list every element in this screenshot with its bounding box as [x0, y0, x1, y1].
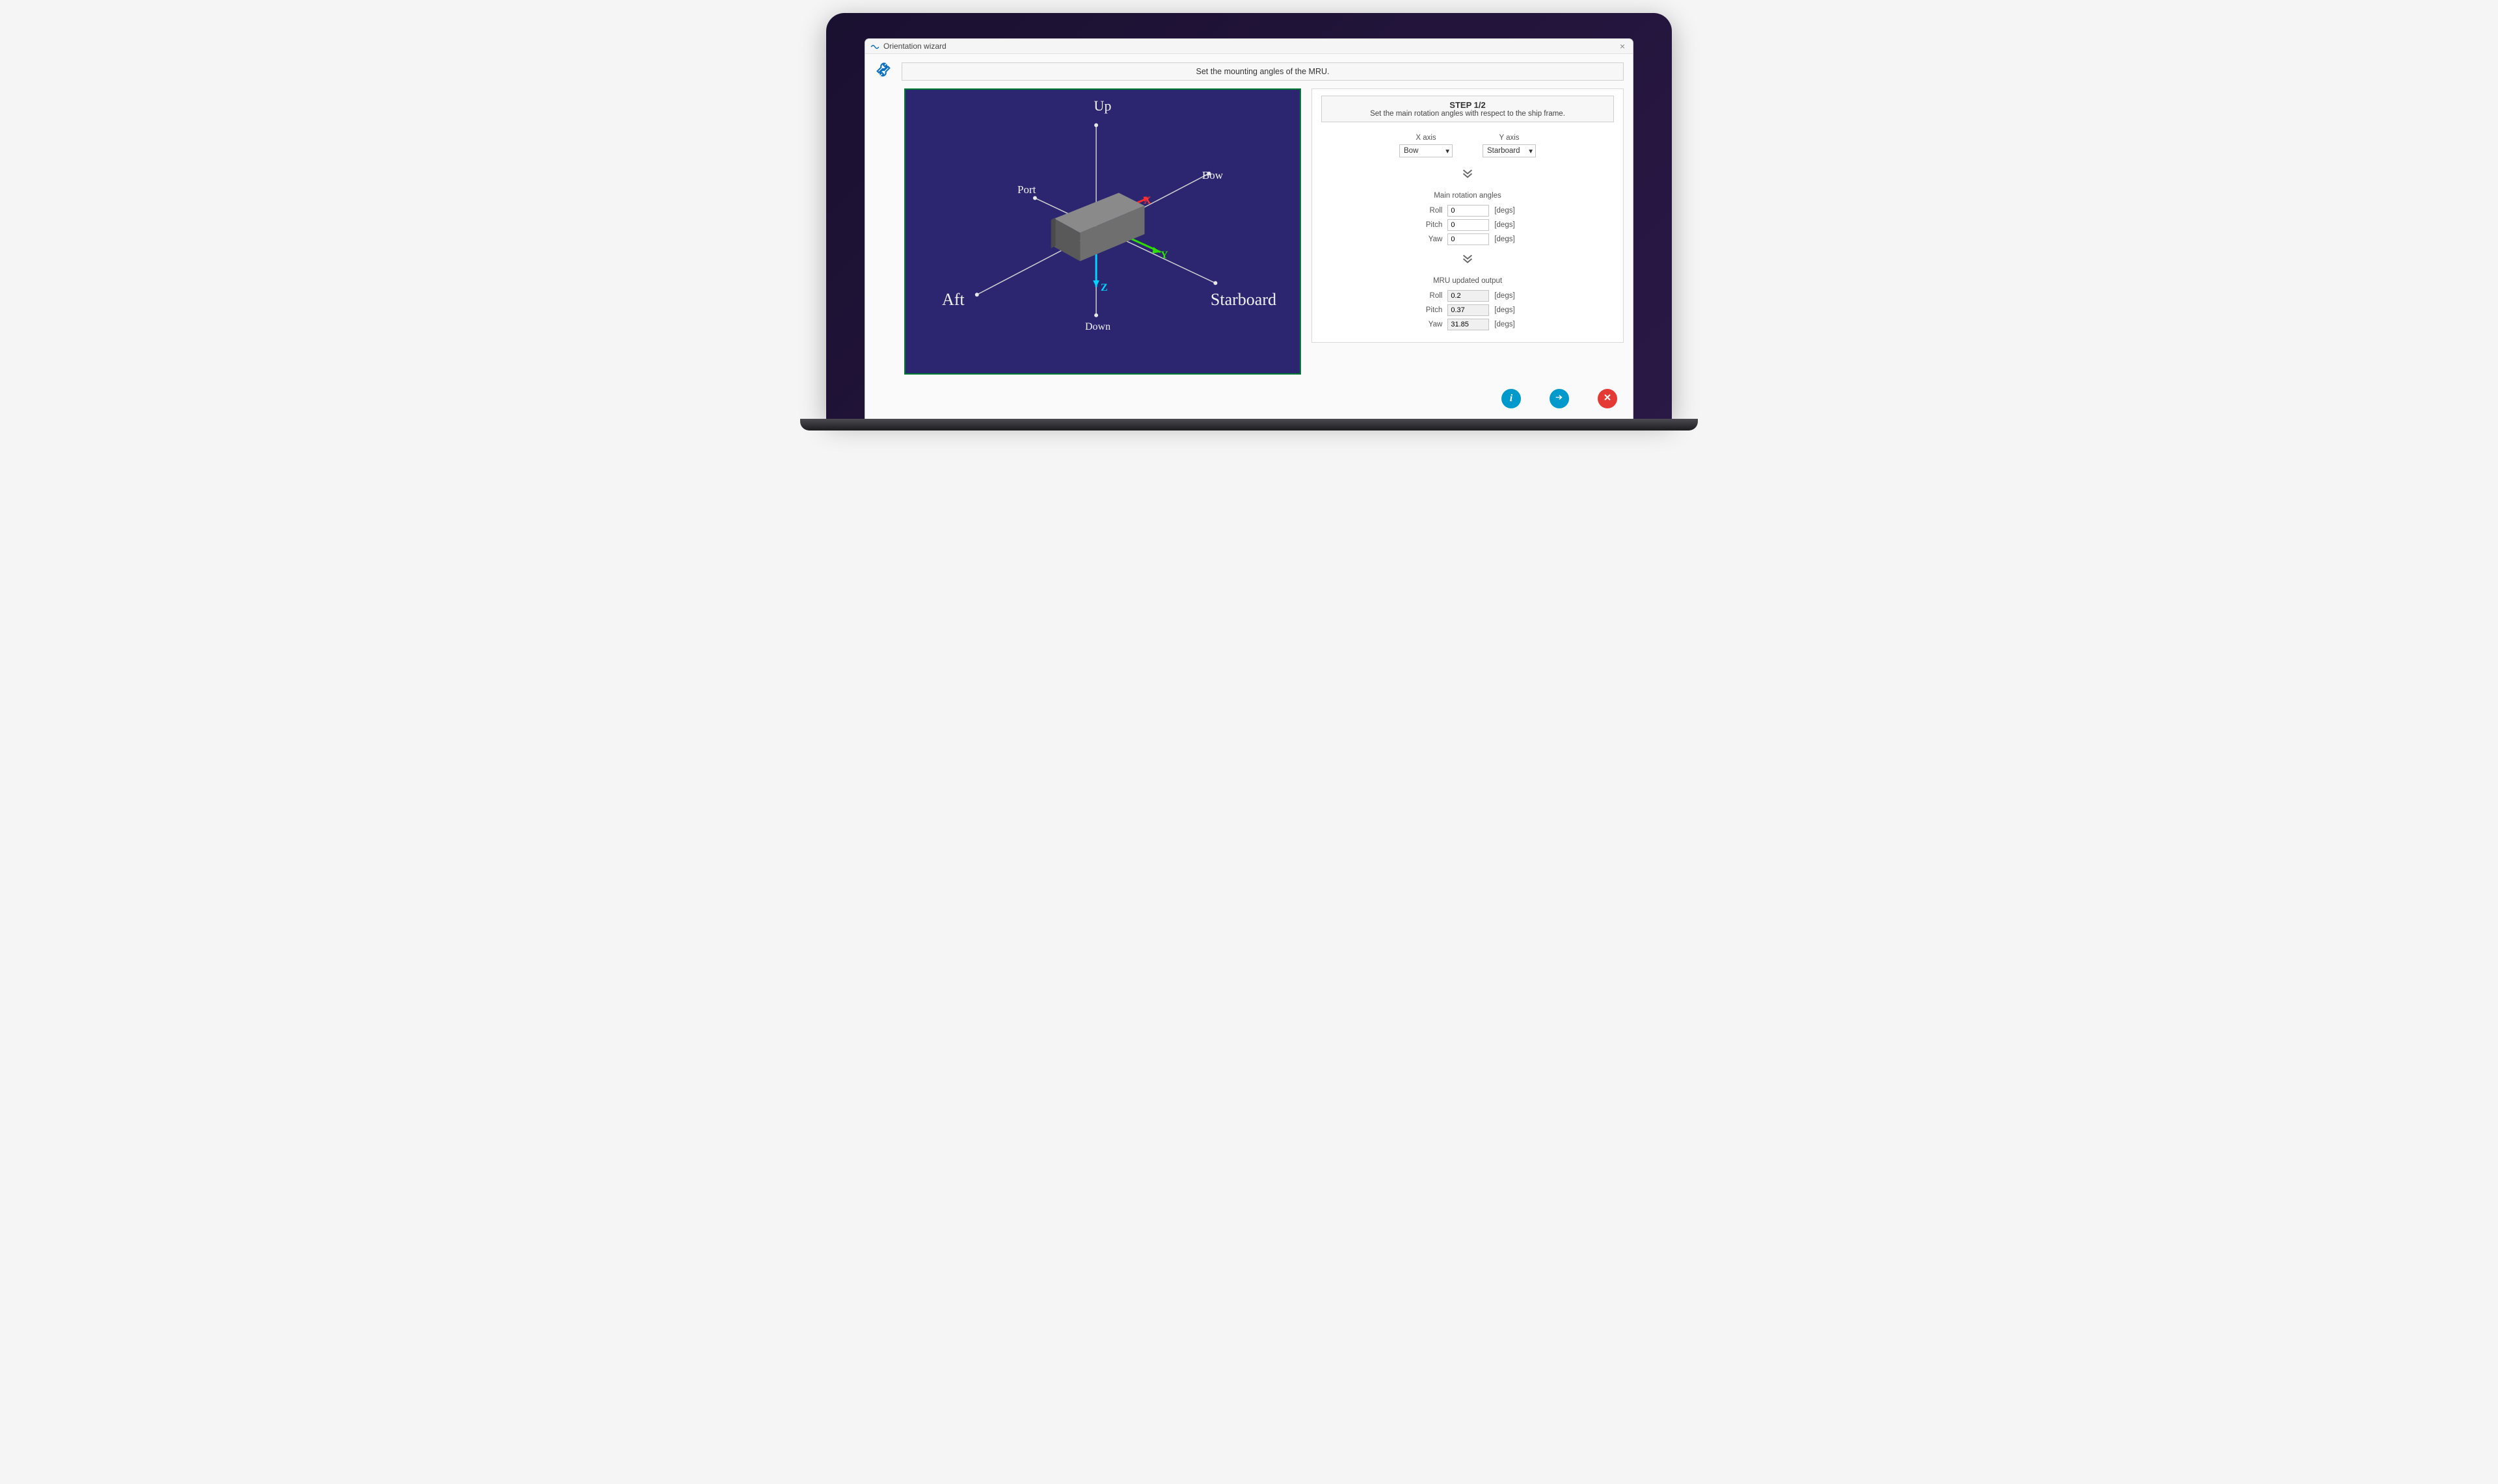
- unit-label: [degs]: [1494, 321, 1514, 328]
- main-roll-input[interactable]: [1447, 205, 1489, 217]
- yaw-label: Yaw: [1420, 235, 1442, 243]
- arrow-right-icon: [1554, 392, 1565, 406]
- main-angles-title: Main rotation angles: [1321, 192, 1614, 200]
- content-row: Up Down Port Bow Aft Starboard X Y Z STE…: [865, 88, 1633, 382]
- output-title: MRU updated output: [1321, 277, 1614, 285]
- unit-label: [degs]: [1494, 292, 1514, 300]
- chevron-down-icon: ▾: [1445, 146, 1449, 155]
- x-axis-select[interactable]: Bow ▾: [1399, 144, 1453, 157]
- y-axis-label: Y axis: [1483, 134, 1536, 142]
- step-header: STEP 1/2 Set the main rotation angles wi…: [1321, 96, 1614, 122]
- settings-tools-icon: [874, 60, 893, 82]
- unit-label: [degs]: [1494, 207, 1514, 215]
- cancel-button[interactable]: [1598, 389, 1617, 408]
- axis-label-aft: Aft: [942, 290, 965, 310]
- main-pitch-input[interactable]: [1447, 219, 1489, 231]
- window-title: Orientation wizard: [883, 42, 947, 51]
- title-left: Orientation wizard: [870, 42, 947, 51]
- axis-label-down: Down: [1085, 321, 1110, 333]
- flow-chevrons-icon: [1321, 252, 1614, 268]
- info-button[interactable]: i: [1501, 389, 1521, 408]
- toolbar: Set the mounting angles of the MRU.: [865, 54, 1633, 88]
- axis-label-up: Up: [1094, 98, 1112, 114]
- roll-label: Roll: [1420, 207, 1442, 215]
- y-axis-select[interactable]: Starboard ▾: [1483, 144, 1536, 157]
- yaw-label: Yaw: [1420, 321, 1442, 328]
- axis-select-row: X axis Bow ▾ Y axis Starboard ▾: [1321, 134, 1614, 157]
- main-yaw-input[interactable]: [1447, 233, 1489, 245]
- axis-label-z: Z: [1101, 282, 1108, 294]
- orientation-3d-viewport[interactable]: Up Down Port Bow Aft Starboard X Y Z: [904, 88, 1301, 375]
- footer-buttons: i: [865, 382, 1633, 419]
- x-axis-value: Bow: [1404, 147, 1418, 155]
- instruction-bar: Set the mounting angles of the MRU.: [902, 62, 1624, 81]
- step-title: STEP 1/2: [1327, 100, 1608, 110]
- step-panel: STEP 1/2 Set the main rotation angles wi…: [1311, 88, 1624, 343]
- chevron-down-icon: ▾: [1529, 146, 1533, 155]
- axis-label-starboard: Starboard: [1211, 290, 1276, 310]
- unit-label: [degs]: [1494, 235, 1514, 243]
- app-window: Orientation wizard × Set the mounting an…: [865, 39, 1633, 419]
- close-icon: [1602, 392, 1613, 406]
- roll-label: Roll: [1420, 292, 1442, 300]
- pitch-label: Pitch: [1420, 221, 1442, 229]
- output-yaw-field: [1447, 319, 1489, 330]
- y-axis-value: Starboard: [1487, 147, 1520, 155]
- axis-label-x: X: [1144, 195, 1151, 207]
- x-axis-label: X axis: [1399, 134, 1453, 142]
- unit-label: [degs]: [1494, 221, 1514, 229]
- next-button[interactable]: [1550, 389, 1569, 408]
- pitch-label: Pitch: [1420, 306, 1442, 314]
- step-subtitle: Set the main rotation angles with respec…: [1327, 110, 1608, 118]
- output-pitch-field: [1447, 304, 1489, 316]
- title-bar: Orientation wizard ×: [865, 39, 1633, 54]
- app-logo-icon: [870, 42, 880, 51]
- side-panel: STEP 1/2 Set the main rotation angles wi…: [1311, 88, 1624, 375]
- unit-label: [degs]: [1494, 306, 1514, 314]
- flow-chevrons-icon: [1321, 166, 1614, 183]
- axis-label-port: Port: [1017, 183, 1036, 196]
- info-icon: i: [1510, 393, 1512, 404]
- axis-label-y: Y: [1161, 250, 1168, 261]
- output-roll-field: [1447, 290, 1489, 302]
- window-close-button[interactable]: ×: [1617, 42, 1628, 51]
- laptop-frame: Orientation wizard × Set the mounting an…: [826, 13, 1672, 419]
- axis-label-bow: Bow: [1202, 169, 1223, 182]
